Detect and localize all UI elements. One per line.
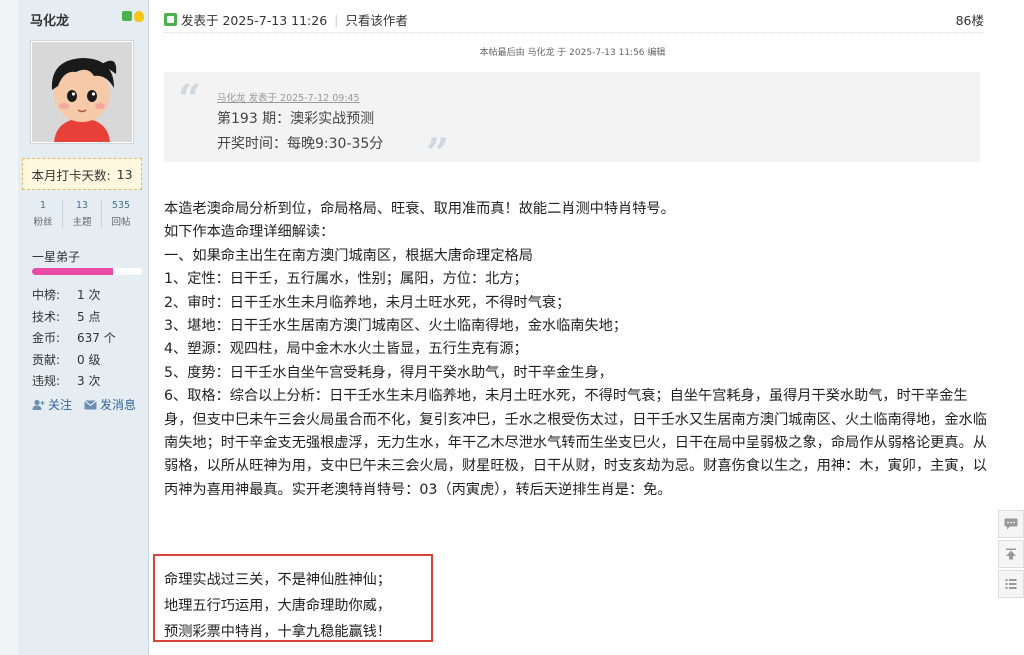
list-icon bbox=[1005, 579, 1017, 589]
quote-block: “ ” 马化龙 发表于 2025-7-12 09:45 第193 期：澳彩实战预… bbox=[164, 72, 980, 174]
stat-followers-label: 粉丝 bbox=[33, 217, 53, 228]
content-line: 本造老澳命局分析到位，命局格局、旺衰、取用准而真！故能二肖测中特肖特号。 bbox=[164, 201, 675, 217]
content-line: 4、塑源：观四柱，局中金木水火土皆显，五行生克有源； bbox=[164, 341, 528, 358]
arrow-up-icon bbox=[1006, 548, 1016, 560]
author-username[interactable]: 马化龙 bbox=[30, 10, 69, 29]
send-message-button[interactable]: 发消息 bbox=[84, 396, 136, 413]
online-status-icon bbox=[122, 11, 132, 21]
info-key: 技术: bbox=[32, 309, 61, 324]
quote-line: 第193 期：澳彩实战预测 bbox=[217, 111, 375, 127]
info-row: 违规: 3 次 bbox=[32, 370, 116, 392]
user-status-icons bbox=[122, 11, 144, 22]
quote-close-icon: ” bbox=[426, 130, 450, 177]
meta-divider bbox=[164, 32, 984, 33]
follow-button[interactable]: 关注 bbox=[32, 396, 72, 413]
info-value: 637 个 bbox=[77, 331, 116, 346]
content-line: 5、度势：日干壬水自坐午宫受耗身，得月干癸水助气，时干辛金生身， bbox=[164, 364, 613, 381]
follow-user-icon bbox=[32, 399, 45, 410]
author-actions: 关注 发消息 bbox=[32, 396, 136, 413]
rank-progress-fill bbox=[32, 268, 114, 275]
poem-text: 命理实战过三关，不是神仙胜神仙； 地理五行巧运用，大唐命理助你威， 预测彩票中特… bbox=[164, 567, 391, 645]
author-info-list: 中榜: 1 次 技术: 5 点 金币: 637 个 贡献: 0 级 违规: 3 … bbox=[32, 284, 116, 392]
follow-label: 关注 bbox=[48, 398, 73, 412]
post-meta: 发表于 2025-7-13 11:26 | 只看该作者 bbox=[164, 10, 408, 29]
comment-icon bbox=[1004, 518, 1018, 530]
quote-author-link[interactable]: 马化龙 发表于 2025-7-12 09:45 bbox=[217, 90, 360, 104]
poem-line: 命理实战过三关，不是神仙胜神仙； bbox=[164, 572, 392, 588]
send-message-label: 发消息 bbox=[100, 398, 137, 412]
info-row: 中榜: 1 次 bbox=[32, 284, 116, 306]
user-rank-title: 一星弟子 bbox=[32, 250, 81, 264]
stat-replies-count: 535 bbox=[111, 200, 131, 211]
stat-threads-label: 主题 bbox=[72, 217, 92, 228]
content-line: 如下作本造命理详细解读： bbox=[164, 224, 335, 241]
content-line: 1、定性：日干壬，五行属水，性别；属阳，方位：北方； bbox=[164, 271, 528, 288]
content-line: 2、审时：日干壬水生未月临养地，未月土旺水死，不得时气衰； bbox=[164, 294, 571, 311]
post-main: 发表于 2025-7-13 11:26 | 只看该作者 86楼 本帖最后由 马化… bbox=[149, 0, 996, 655]
content-line: 6、取格：综合以上分析：日干壬水生未月临养地，未月土旺水死，不得时气衰；自坐午宫… bbox=[164, 388, 987, 498]
stat-replies[interactable]: 535 回帖 bbox=[101, 200, 140, 228]
stat-threads[interactable]: 13 主题 bbox=[62, 200, 101, 228]
info-key: 贡献: bbox=[32, 352, 61, 367]
stat-replies-label: 回帖 bbox=[111, 217, 131, 228]
return-list-button[interactable] bbox=[998, 570, 1024, 598]
stat-threads-count: 13 bbox=[75, 200, 89, 211]
author-stats: 1 粉丝 13 主题 535 回帖 bbox=[24, 200, 140, 228]
stat-followers-count: 1 bbox=[39, 200, 47, 211]
quote-open-icon: “ bbox=[178, 76, 202, 123]
poem-line: 预测彩票中特肖，十拿九稳能赢钱！ bbox=[164, 624, 392, 640]
reply-button[interactable] bbox=[998, 510, 1024, 538]
info-key: 金币: bbox=[32, 331, 61, 346]
edit-note: 本帖最后由 马化龙 于 2025-7-13 11:56 编辑 bbox=[479, 48, 666, 58]
info-value: 3 次 bbox=[77, 374, 101, 389]
quote-line: 开奖时间：每晚9:30-35分 bbox=[217, 136, 384, 152]
checkin-label: 本月打卡天数: bbox=[31, 167, 111, 183]
content-line: 一、如果命主出生在南方澳门城南区，根据大唐命理定格局 bbox=[164, 247, 533, 264]
meta-separator: | bbox=[334, 12, 339, 27]
avatar[interactable] bbox=[30, 40, 134, 144]
info-row: 贡献: 0 级 bbox=[32, 349, 116, 371]
page-left-gutter bbox=[0, 0, 18, 655]
rank-progress-bar bbox=[32, 268, 142, 275]
avatar-cartoon-boy-image bbox=[32, 42, 132, 142]
info-key: 违规: bbox=[32, 374, 61, 389]
info-value: 0 级 bbox=[77, 352, 101, 367]
content-line: 3、堪地：日干壬水生居南方澳门城南区、火土临南得地，金水临南失地； bbox=[164, 318, 628, 335]
floating-toolbar bbox=[998, 510, 1024, 600]
only-author-link[interactable]: 只看该作者 bbox=[345, 10, 408, 29]
monthly-checkin-badge: 本月打卡天数: 13 bbox=[22, 158, 142, 190]
bulb-icon bbox=[134, 11, 144, 22]
info-row: 金币: 637 个 bbox=[32, 327, 116, 349]
post-status-icon bbox=[164, 13, 177, 26]
info-value: 5 点 bbox=[77, 309, 101, 324]
post-content: 本造老澳命局分析到位，命局格局、旺衰、取用准而真！故能二肖测中特肖特号。 如下作… bbox=[164, 198, 988, 502]
envelope-icon bbox=[84, 399, 97, 409]
back-to-top-button[interactable] bbox=[998, 540, 1024, 568]
checkin-days: 13 bbox=[116, 166, 133, 182]
info-key: 中榜: bbox=[32, 288, 61, 303]
info-value: 1 次 bbox=[77, 288, 101, 303]
floor-number[interactable]: 86楼 bbox=[956, 10, 984, 29]
stat-followers[interactable]: 1 粉丝 bbox=[24, 200, 62, 228]
info-row: 技术: 5 点 bbox=[32, 306, 116, 328]
author-sidebar: 马化龙 本月打卡天数: 13 1 粉丝 13 主题 535 回帖 一星弟子 中榜… bbox=[18, 0, 149, 655]
poem-line: 地理五行巧运用，大唐命理助你威， bbox=[164, 598, 392, 614]
post-timestamp: 发表于 2025-7-13 11:26 bbox=[181, 13, 328, 28]
